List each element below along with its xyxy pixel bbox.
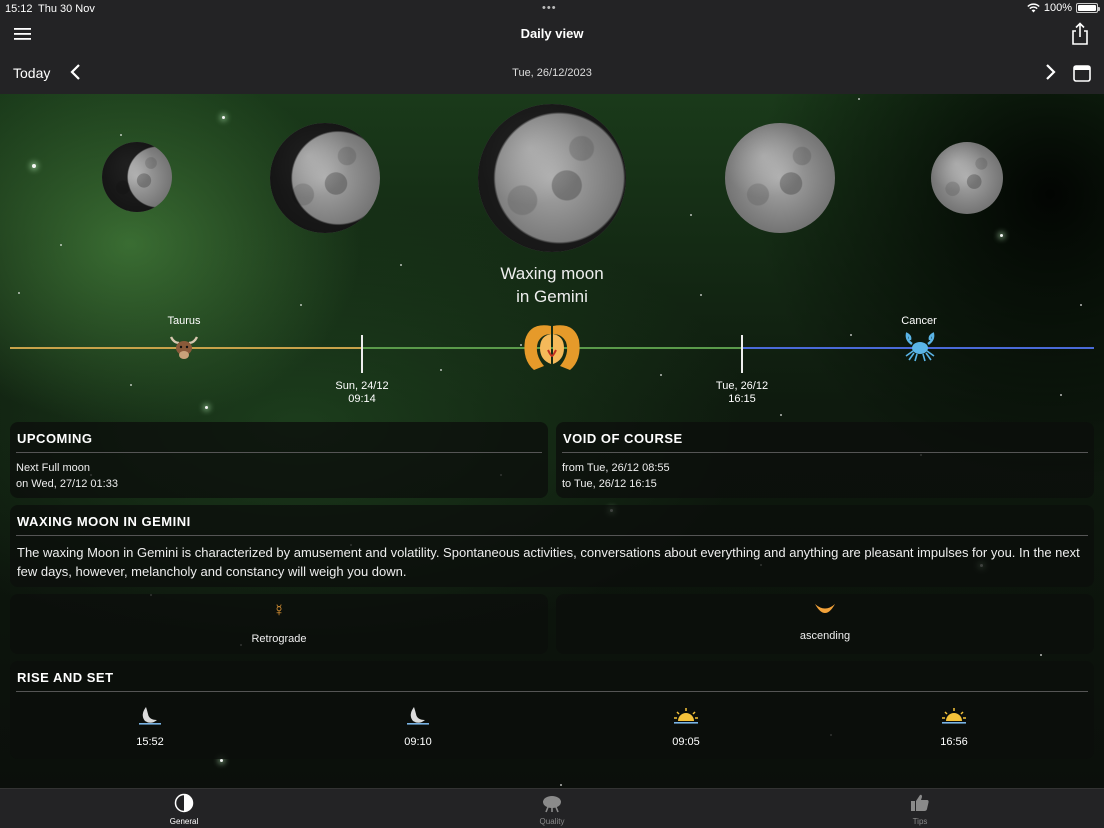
star: [1040, 654, 1042, 656]
rise-set-card[interactable]: RISE AND SET 15:52 09:10 09:05 16:56: [10, 661, 1094, 759]
phase-line-2: in Gemini: [516, 287, 588, 306]
crescent-moon-icon: [815, 604, 835, 613]
star: [660, 374, 662, 376]
tab-tips-label: Tips: [912, 817, 928, 826]
star: [560, 784, 562, 786]
battery-percent: 100%: [1043, 2, 1072, 14]
star: [205, 406, 208, 409]
upcoming-line-2: on Wed, 27/12 01:33: [16, 478, 118, 490]
moon-direction-card[interactable]: ascending: [556, 594, 1094, 654]
top-bar: 15:12 Thu 30 Nov ••• 100% Daily view Tod…: [0, 0, 1104, 94]
moonset-icon: [407, 707, 429, 725]
transition-label-1: Sun, 24/12 09:14: [322, 380, 402, 406]
mercury-card[interactable]: ☿ Retrograde: [10, 594, 548, 654]
moonset-time: 09:10: [404, 736, 432, 748]
star: [858, 98, 860, 100]
moon-phase-title: Waxing moon in Gemini: [0, 262, 1104, 308]
void-of-course-line-2: to Tue, 26/12 16:15: [562, 478, 657, 490]
moon-phase-next-2: [931, 142, 1003, 214]
quality-icon: [543, 796, 561, 813]
moon-phase-previous-1: [270, 123, 380, 233]
divider: [562, 452, 1088, 453]
star: [690, 214, 692, 216]
star: [120, 134, 122, 136]
sunset-time: 16:56: [940, 736, 968, 748]
transition-date-2: Tue, 26/12: [715, 380, 769, 392]
calendar-icon[interactable]: [1072, 63, 1092, 83]
tab-quality-label: Quality: [539, 817, 565, 826]
star: [130, 384, 132, 386]
tab-bar: General Quality Tips: [0, 788, 1104, 828]
star: [222, 116, 225, 119]
share-icon[interactable]: [1070, 22, 1090, 46]
sunrise-item: 09:05: [656, 705, 716, 748]
transition-tick-2: [741, 335, 743, 373]
sunrise-icon: [674, 708, 698, 724]
mercury-status: Retrograde: [251, 633, 307, 645]
tab-general-label: General: [169, 817, 199, 826]
transition-date-1: Sun, 24/12: [335, 380, 389, 392]
moon-phase-previous-2: [102, 142, 172, 212]
mercury-icon: ☿: [272, 601, 286, 620]
star: [60, 244, 62, 246]
sign-label-taurus: Taurus: [167, 315, 201, 327]
sign-label-cancer: Cancer: [901, 315, 937, 327]
moon-phase-current: [478, 104, 626, 252]
moonrise-icon: [139, 707, 161, 725]
chevron-right-icon[interactable]: [1042, 62, 1058, 82]
transition-label-2: Tue, 26/12 16:15: [702, 380, 782, 406]
description-card[interactable]: WAXING MOON IN GEMINI The waxing Moon in…: [10, 505, 1094, 587]
moon-direction-label: ascending: [799, 630, 851, 642]
star: [32, 164, 36, 168]
moon-view: Waxing moon in Gemini Taurus Cancer Sun,…: [0, 94, 1104, 788]
tab-general[interactable]: General: [124, 789, 244, 828]
upcoming-line-1: Next Full moon: [16, 462, 90, 474]
current-date[interactable]: Tue, 26/12/2023: [0, 67, 1104, 79]
star: [1060, 394, 1062, 396]
phase-line-1: Waxing moon: [500, 264, 604, 283]
rise-set-title: RISE AND SET: [17, 670, 114, 685]
moonset-item: 09:10: [388, 705, 448, 748]
battery-icon: [1076, 3, 1100, 13]
tab-quality[interactable]: Quality: [492, 789, 612, 828]
upcoming-card[interactable]: UPCOMING Next Full moon on Wed, 27/12 01…: [10, 422, 548, 498]
description-title: WAXING MOON IN GEMINI: [17, 514, 191, 529]
status-right: 100%: [1027, 2, 1100, 14]
sunrise-time: 09:05: [672, 736, 700, 748]
page-title: Daily view: [520, 26, 584, 41]
tab-tips[interactable]: Tips: [860, 789, 980, 828]
description-text: The waxing Moon in Gemini is characteriz…: [17, 545, 1080, 579]
upcoming-title: UPCOMING: [17, 431, 93, 446]
moonrise-time: 15:52: [136, 736, 164, 748]
moonrise-item: 15:52: [120, 705, 180, 748]
star: [780, 414, 782, 416]
half-moon-icon: [174, 793, 194, 813]
transition-time-2: 16:15: [728, 393, 756, 405]
divider: [16, 691, 1088, 692]
status-date: Thu 30 Nov: [38, 3, 95, 15]
divider: [16, 452, 542, 453]
void-of-course-title: VOID OF COURSE: [563, 431, 683, 446]
status-bar: 15:12 Thu 30 Nov ••• 100%: [0, 0, 1104, 18]
thumbs-up-icon: [911, 794, 929, 811]
wifi-icon: [1027, 3, 1040, 13]
moon-phase-next-1: [725, 123, 835, 233]
sunset-icon: [942, 708, 966, 724]
void-of-course-line-1: from Tue, 26/12 08:55: [562, 462, 670, 474]
taurus-icon: [169, 336, 199, 359]
divider: [16, 535, 1088, 536]
star: [850, 334, 852, 336]
transition-time-1: 09:14: [348, 393, 376, 405]
status-time: 15:12: [5, 3, 33, 15]
cancer-icon: [905, 332, 935, 362]
star: [1000, 234, 1003, 237]
void-of-course-card[interactable]: VOID OF COURSE from Tue, 26/12 08:55 to …: [556, 422, 1094, 498]
multitasking-dots-icon[interactable]: •••: [542, 2, 557, 14]
transition-tick-1: [361, 335, 363, 373]
gemini-icon: [524, 325, 580, 370]
sunset-item: 16:56: [924, 705, 984, 748]
star: [440, 369, 442, 371]
star: [220, 759, 223, 762]
